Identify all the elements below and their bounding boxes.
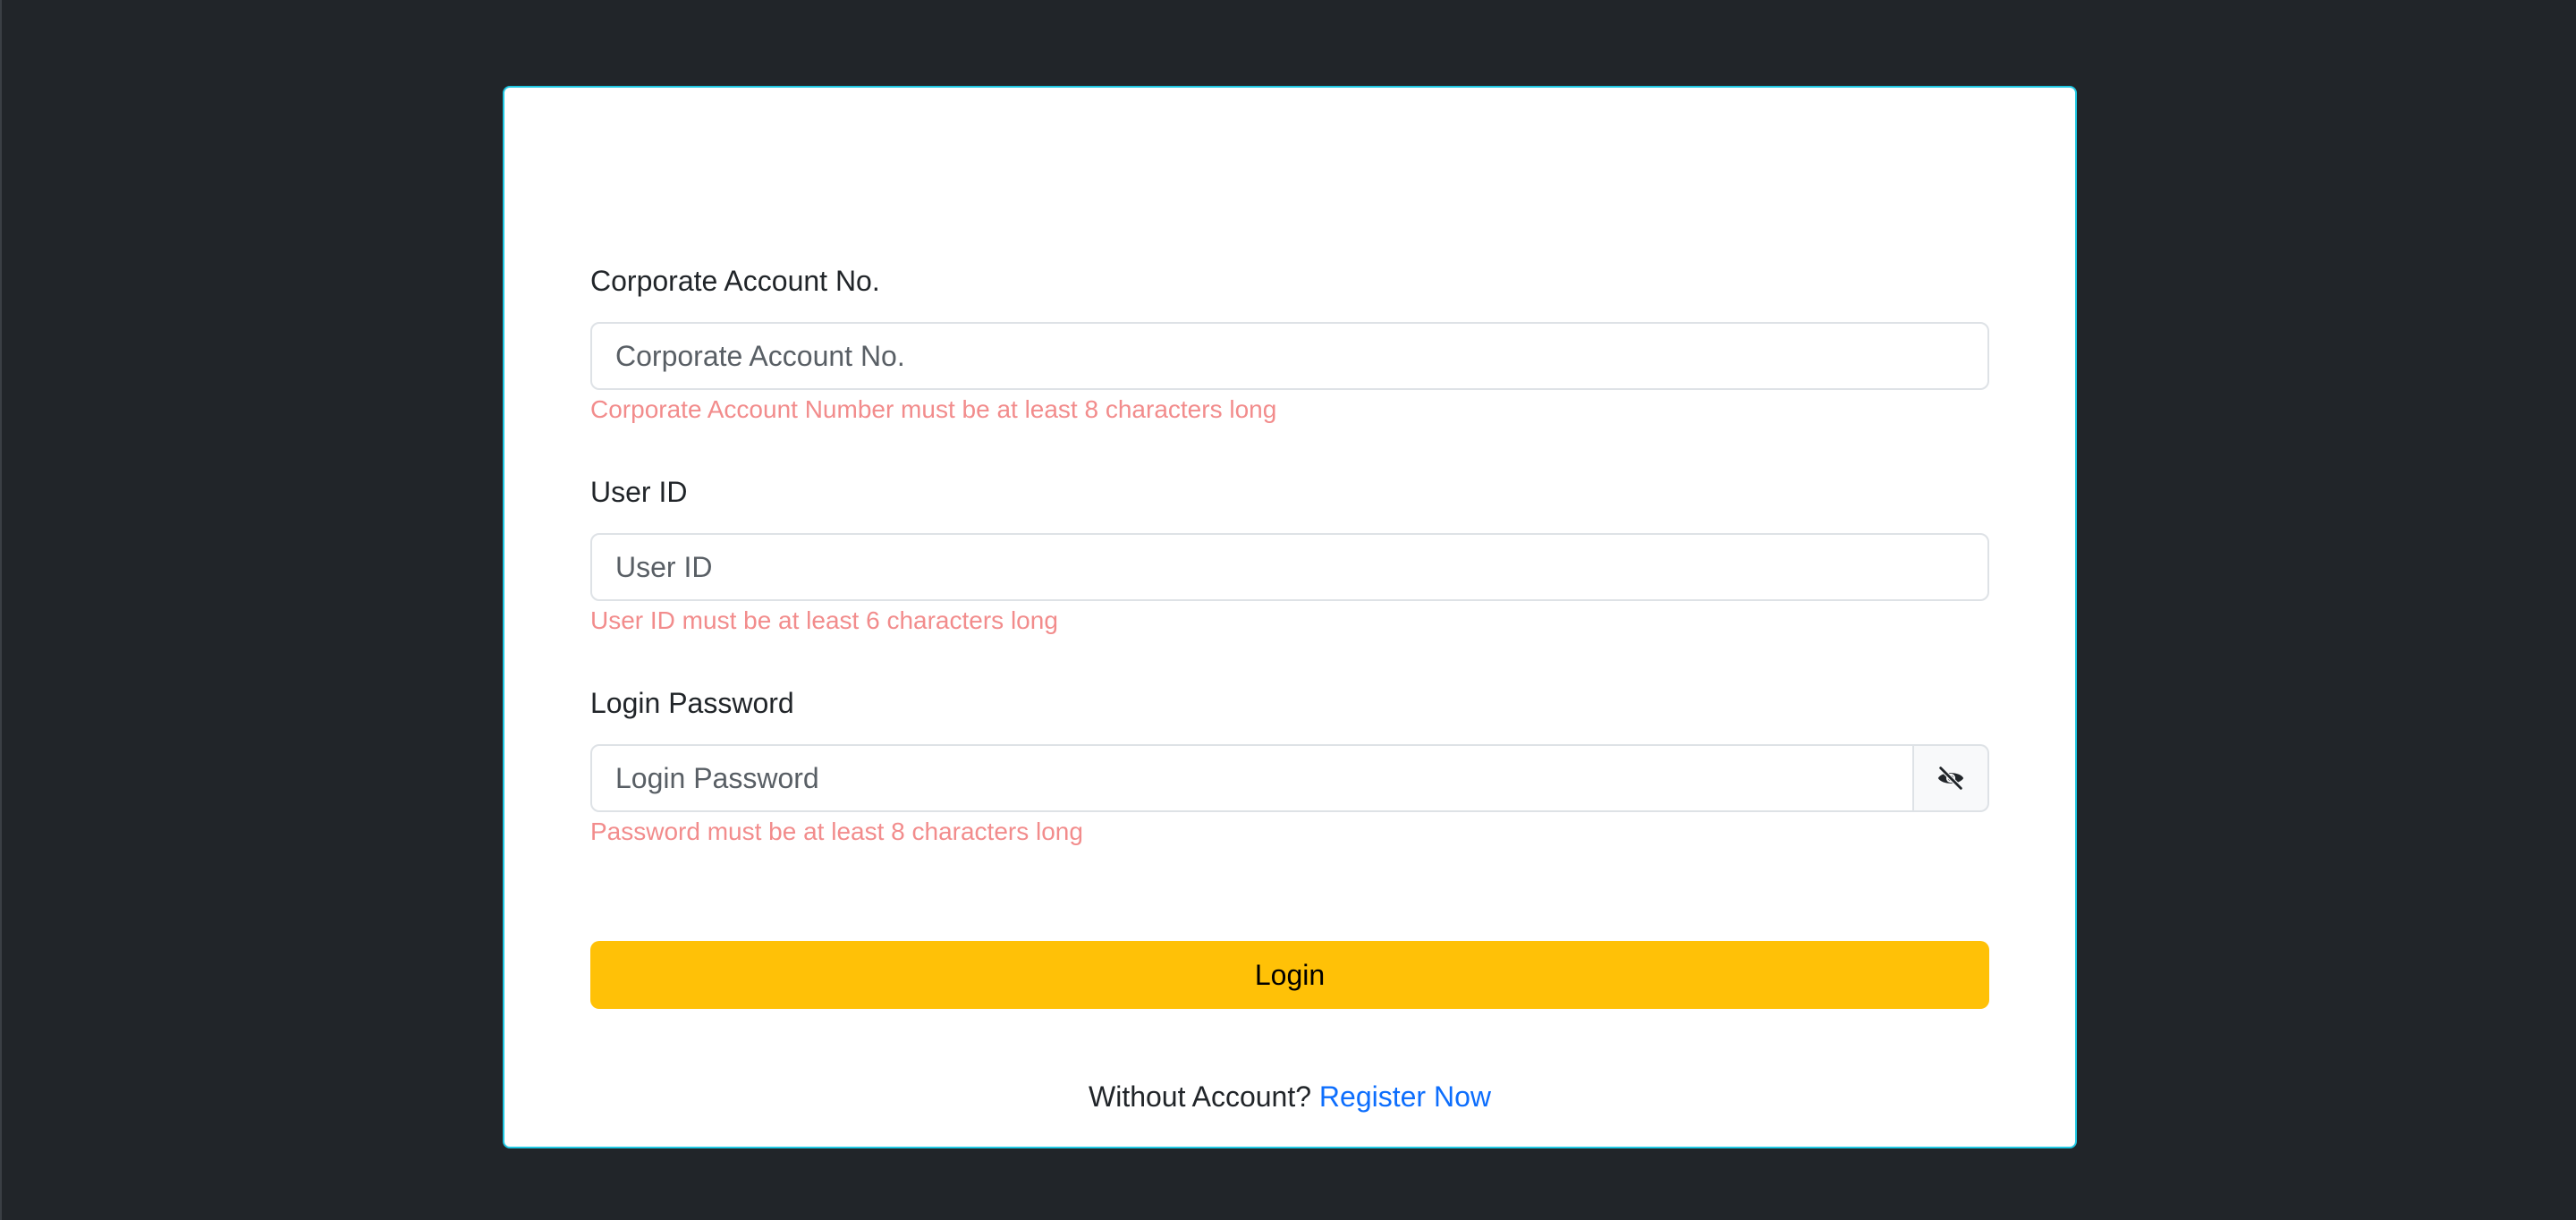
password-input-group	[590, 744, 1989, 812]
login-page: { "form": { "corporate_account": { "labe…	[0, 0, 2576, 1220]
corporate-account-input[interactable]	[590, 322, 1989, 390]
login-password-input[interactable]	[590, 744, 1914, 812]
eye-slash-icon	[1937, 766, 1964, 791]
password-error: Password must be at least 8 characters l…	[590, 818, 1083, 845]
user-id-input[interactable]	[590, 533, 1989, 601]
register-prompt: Without Account? Register Now	[590, 1079, 1989, 1114]
login-password-label: Login Password	[590, 687, 794, 719]
user-id-error: User ID must be at least 6 characters lo…	[590, 606, 1058, 634]
register-prompt-text: Without Account?	[1089, 1080, 1312, 1113]
corporate-account-label: Corporate Account No.	[590, 265, 880, 297]
user-id-label: User ID	[590, 476, 688, 508]
login-card: Corporate Account No. Corporate Account …	[503, 86, 2077, 1148]
login-button[interactable]: Login	[590, 941, 1989, 1009]
toggle-password-visibility-button[interactable]	[1914, 744, 1989, 812]
corporate-account-error: Corporate Account Number must be at leas…	[590, 395, 1277, 423]
register-now-link[interactable]: Register Now	[1319, 1080, 1491, 1113]
